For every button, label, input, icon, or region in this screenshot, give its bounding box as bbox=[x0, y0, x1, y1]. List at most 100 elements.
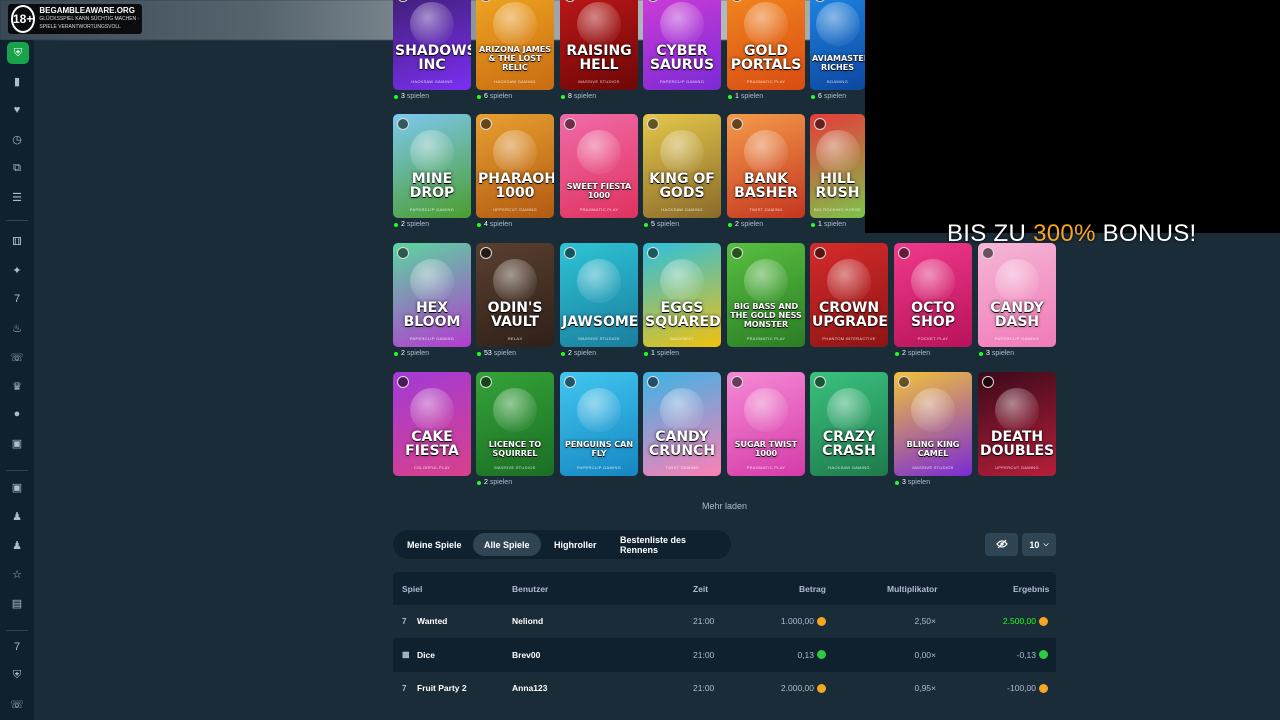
gift-icon[interactable]: ▣ bbox=[10, 436, 24, 450]
load-more-button[interactable]: Mehr laden bbox=[702, 501, 747, 511]
row-user[interactable]: Anna123 bbox=[512, 683, 547, 693]
game-tile[interactable]: CANDY CRUNCH TWIST GAMING bbox=[643, 372, 721, 476]
tab-all-games[interactable]: Alle Spiele bbox=[473, 533, 541, 556]
table-row[interactable]: 7 Wanted Neliond 21:00 1.000,00 2,50× 2.500,00 bbox=[393, 605, 1056, 638]
game-artwork bbox=[660, 259, 704, 303]
game-title: EGGS SQUARED bbox=[645, 300, 721, 330]
trophy-icon[interactable]: ☆ bbox=[10, 567, 24, 581]
bets-table: Spiel Benutzer Zeit Betrag Multiplikator… bbox=[393, 572, 1056, 720]
result-value: -100,00 bbox=[1007, 683, 1036, 693]
game-artwork bbox=[577, 130, 621, 174]
row-result: -0,13 bbox=[1017, 650, 1048, 660]
shield-check-icon[interactable]: ⛨ bbox=[10, 668, 24, 682]
game-tile[interactable]: PENGUINS CAN FLY PAPERCLIP GAMING bbox=[560, 372, 638, 476]
hide-toggle-button[interactable] bbox=[985, 533, 1018, 556]
game-tile[interactable]: RAISING HELL MASSIVE STUDIOS bbox=[560, 0, 638, 90]
game-tile[interactable]: BANK BASHER TWIST GAMING bbox=[727, 114, 805, 218]
table-row-partial bbox=[393, 705, 1056, 720]
game-tile[interactable]: CANDY DASH PAPERCLIP GAMING bbox=[978, 243, 1056, 347]
game-tile[interactable]: PHARAOH 1000 UPPERCUT GAMING bbox=[476, 114, 554, 218]
game-tile[interactable]: CYBER SAURUS PAPERCLIP GAMING bbox=[643, 0, 721, 90]
game-tile[interactable]: KING OF GODS HACKSAW GAMING bbox=[643, 114, 721, 218]
game-artwork bbox=[660, 388, 704, 432]
document-icon[interactable]: ▤ bbox=[10, 596, 24, 610]
game-title: HILL RUSH bbox=[815, 171, 860, 201]
users-icon[interactable]: ♟ bbox=[10, 538, 24, 552]
game-tile[interactable]: GOLD PORTALS PRAGMATIC PLAY bbox=[727, 0, 805, 90]
game-tile[interactable]: SHADOWS INC HACKSAW GAMING bbox=[393, 0, 471, 90]
game-artwork bbox=[493, 130, 537, 174]
game-tile[interactable]: HILL RUSH BIG ROCKING HORSE bbox=[810, 114, 865, 218]
game-tile[interactable]: MINE DROP PAPERCLIP GAMING bbox=[393, 114, 471, 218]
game-tile[interactable]: EGGS SQUARED BACKSEAT bbox=[643, 243, 721, 347]
players-label: spielen bbox=[489, 479, 513, 486]
game-provider: HACKSAW GAMING bbox=[661, 207, 703, 212]
game-tile[interactable]: ODIN'S VAULT RELAX bbox=[476, 243, 554, 347]
bonus-suffix: BONUS! bbox=[1095, 220, 1197, 247]
shield-icon[interactable]: ⛨ bbox=[7, 42, 29, 64]
col-user: Benutzer bbox=[512, 584, 549, 594]
game-title: CANDY DASH bbox=[990, 300, 1044, 330]
players-label: spielen bbox=[991, 350, 1015, 357]
game-tile[interactable]: JAWSOME MASSIVE STUDIOS bbox=[560, 243, 638, 347]
amount-value: 1.000,00 bbox=[780, 616, 814, 626]
dice-icon[interactable]: ⚅ bbox=[10, 234, 24, 248]
sevens-icon[interactable]: 7 bbox=[10, 640, 24, 654]
fire-icon[interactable]: ♨ bbox=[10, 321, 24, 335]
game-artwork bbox=[577, 2, 621, 46]
stake-originals-icon bbox=[731, 376, 743, 388]
game-tile[interactable]: AVIAMASTERS RICHES BGAMING bbox=[810, 0, 865, 90]
tab-highroller[interactable]: Highroller bbox=[543, 533, 608, 556]
bookmark-icon[interactable]: ▮ bbox=[10, 74, 24, 88]
game-tile[interactable]: SUGAR TWIST 1000 PRAGMATIC PLAY bbox=[727, 372, 805, 476]
game-tile[interactable]: SWEET FIESTA 1000 PRAGMATIC PLAY bbox=[560, 114, 638, 218]
row-user[interactable]: Neliond bbox=[512, 616, 543, 626]
online-dot bbox=[728, 222, 732, 227]
tab-my-games[interactable]: Meine Spiele bbox=[396, 533, 473, 556]
game-artwork bbox=[995, 388, 1039, 432]
players-count: 53 spielen bbox=[477, 350, 516, 357]
stake-originals-icon bbox=[397, 0, 409, 2]
sevens-icon[interactable]: 7 bbox=[10, 292, 24, 306]
online-dot bbox=[394, 351, 398, 356]
sparkle-icon[interactable]: ✦ bbox=[10, 263, 24, 277]
headphones-icon[interactable]: ☏ bbox=[10, 350, 24, 364]
game-tile[interactable]: LICENCE TO SQUIRREL MASSIVE STUDIOS bbox=[476, 372, 554, 476]
players-count: 3 spielen bbox=[895, 479, 930, 486]
crown-icon[interactable]: ♛ bbox=[10, 379, 24, 393]
copy-icon[interactable]: ⧉ bbox=[10, 161, 24, 175]
game-title: PHARAOH 1000 bbox=[478, 171, 554, 201]
list-icon[interactable]: ☰ bbox=[10, 190, 24, 204]
table-row[interactable]: ▩ Dice Brev00 21:00 0,13 0,00× -0,13 bbox=[393, 639, 1056, 672]
page-size-select[interactable]: 10 ⌵ bbox=[1022, 533, 1056, 556]
sidebar: ⛨ ▮ ♥ ◷ ⧉ ☰ ⚅ ✦ 7 ♨ ☏ ♛ ● ▣ ▣ ♟ ♟ ☆ ▤ 7 ⛨ ☏ bbox=[0, 40, 34, 720]
dealer-icon[interactable]: ♟ bbox=[10, 509, 24, 523]
game-tile[interactable]: BLING KING CAMEL MASSIVE STUDIOS bbox=[894, 372, 972, 476]
heart-icon[interactable]: ♥ bbox=[10, 103, 24, 117]
headset-icon[interactable]: ☏ bbox=[10, 697, 24, 711]
game-tile[interactable]: BIG BASS AND THE GOLD NESS MONSTER PRAGMA… bbox=[727, 243, 805, 347]
game-tile[interactable]: CAKE FIESTA COLORFUL PLAY bbox=[393, 372, 471, 476]
game-tile[interactable]: DEATH DOUBLES UPPERCUT GAMING bbox=[978, 372, 1056, 476]
row-user[interactable]: Brev00 bbox=[512, 650, 540, 660]
clock-icon[interactable]: ◷ bbox=[10, 132, 24, 146]
game-artwork bbox=[493, 388, 537, 432]
game-artwork bbox=[911, 259, 955, 303]
game-title: CYBER SAURUS bbox=[649, 43, 715, 73]
game-tile[interactable]: CRAZY CRASH HACKSAW GAMING bbox=[810, 372, 888, 476]
stake-originals-icon bbox=[564, 0, 576, 2]
game-artwork bbox=[410, 259, 454, 303]
row-game[interactable]: 7 Wanted bbox=[402, 616, 447, 626]
game-tile[interactable]: OCTO SHOP POCKET PLAY bbox=[894, 243, 972, 347]
table-row[interactable]: 7 Fruit Party 2 Anna123 21:00 2.000,00 0,95× -… bbox=[393, 672, 1056, 705]
row-game[interactable]: 7 Fruit Party 2 bbox=[402, 683, 467, 693]
online-dot bbox=[477, 480, 481, 485]
row-game[interactable]: ▩ Dice bbox=[402, 650, 435, 660]
gift-box-icon[interactable]: ▣ bbox=[10, 480, 24, 494]
game-tile[interactable]: CROWN UPGRADE PHANTOM INTERACTIVE bbox=[810, 243, 888, 347]
tab-race-leaderboard[interactable]: Bestenliste des Rennens bbox=[609, 533, 731, 556]
game-tile[interactable]: HEX BLOOM PAPERCLIP GAMING bbox=[393, 243, 471, 347]
game-provider: UPPERCUT GAMING bbox=[995, 465, 1039, 470]
lock-icon[interactable]: ● bbox=[10, 407, 24, 421]
game-tile[interactable]: ARIZONA JAMES & THE LOST RELIC HACKSAW GA… bbox=[476, 0, 554, 90]
